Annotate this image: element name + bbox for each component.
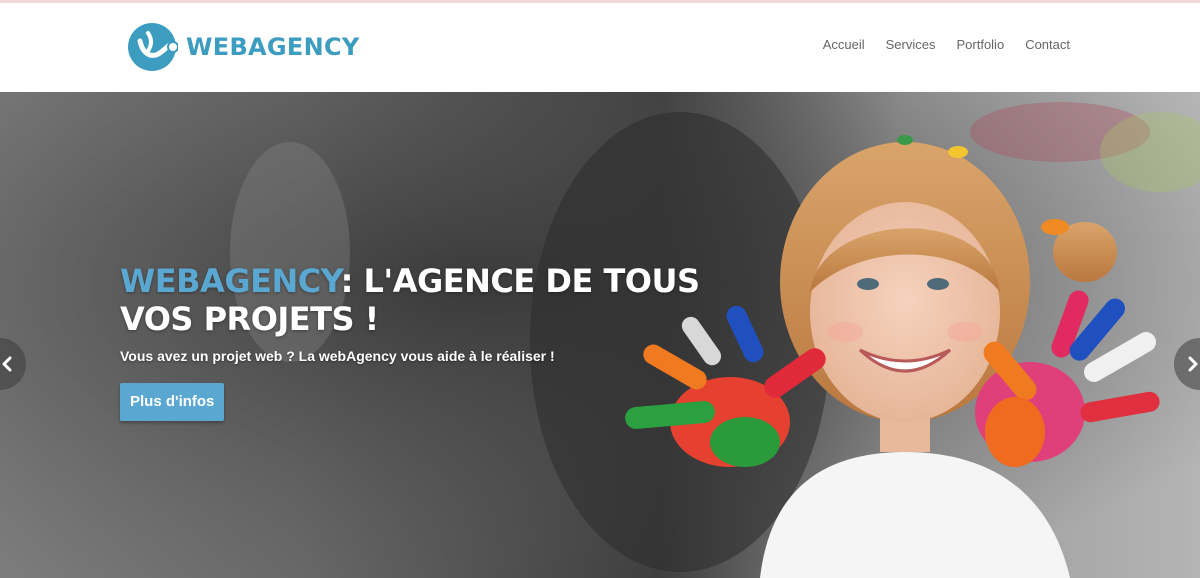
logo-link[interactable]: WEBAGENCY (126, 20, 360, 74)
nav-item-accueil[interactable]: Accueil (823, 37, 865, 52)
navbar: WEBAGENCY Accueil Services Portfolio Con… (0, 3, 1200, 92)
hero-slider: WEBAGENCY: L'AGENCE DE TOUS VOS PROJETS … (0, 92, 1200, 578)
main-nav: Accueil Services Portfolio Contact (802, 37, 1070, 52)
webagency-logo-icon (128, 23, 178, 71)
nav-item-contact[interactable]: Contact (1025, 37, 1070, 52)
chevron-left-icon (2, 356, 12, 372)
hero-caption: WEBAGENCY: L'AGENCE DE TOUS VOS PROJETS … (120, 262, 740, 421)
chevron-right-icon (1188, 356, 1198, 372)
more-info-button[interactable]: Plus d'infos (120, 383, 225, 421)
logo-text: WEBAGENCY (186, 33, 360, 61)
hero-headline-brand: WEBAGENCY (120, 262, 341, 300)
hero-subline: Vous avez un projet web ? La webAgency v… (120, 348, 555, 364)
nav-item-portfolio[interactable]: Portfolio (956, 37, 1004, 52)
hero-headline: WEBAGENCY: L'AGENCE DE TOUS VOS PROJETS … (120, 262, 740, 338)
nav-item-services[interactable]: Services (886, 37, 936, 52)
